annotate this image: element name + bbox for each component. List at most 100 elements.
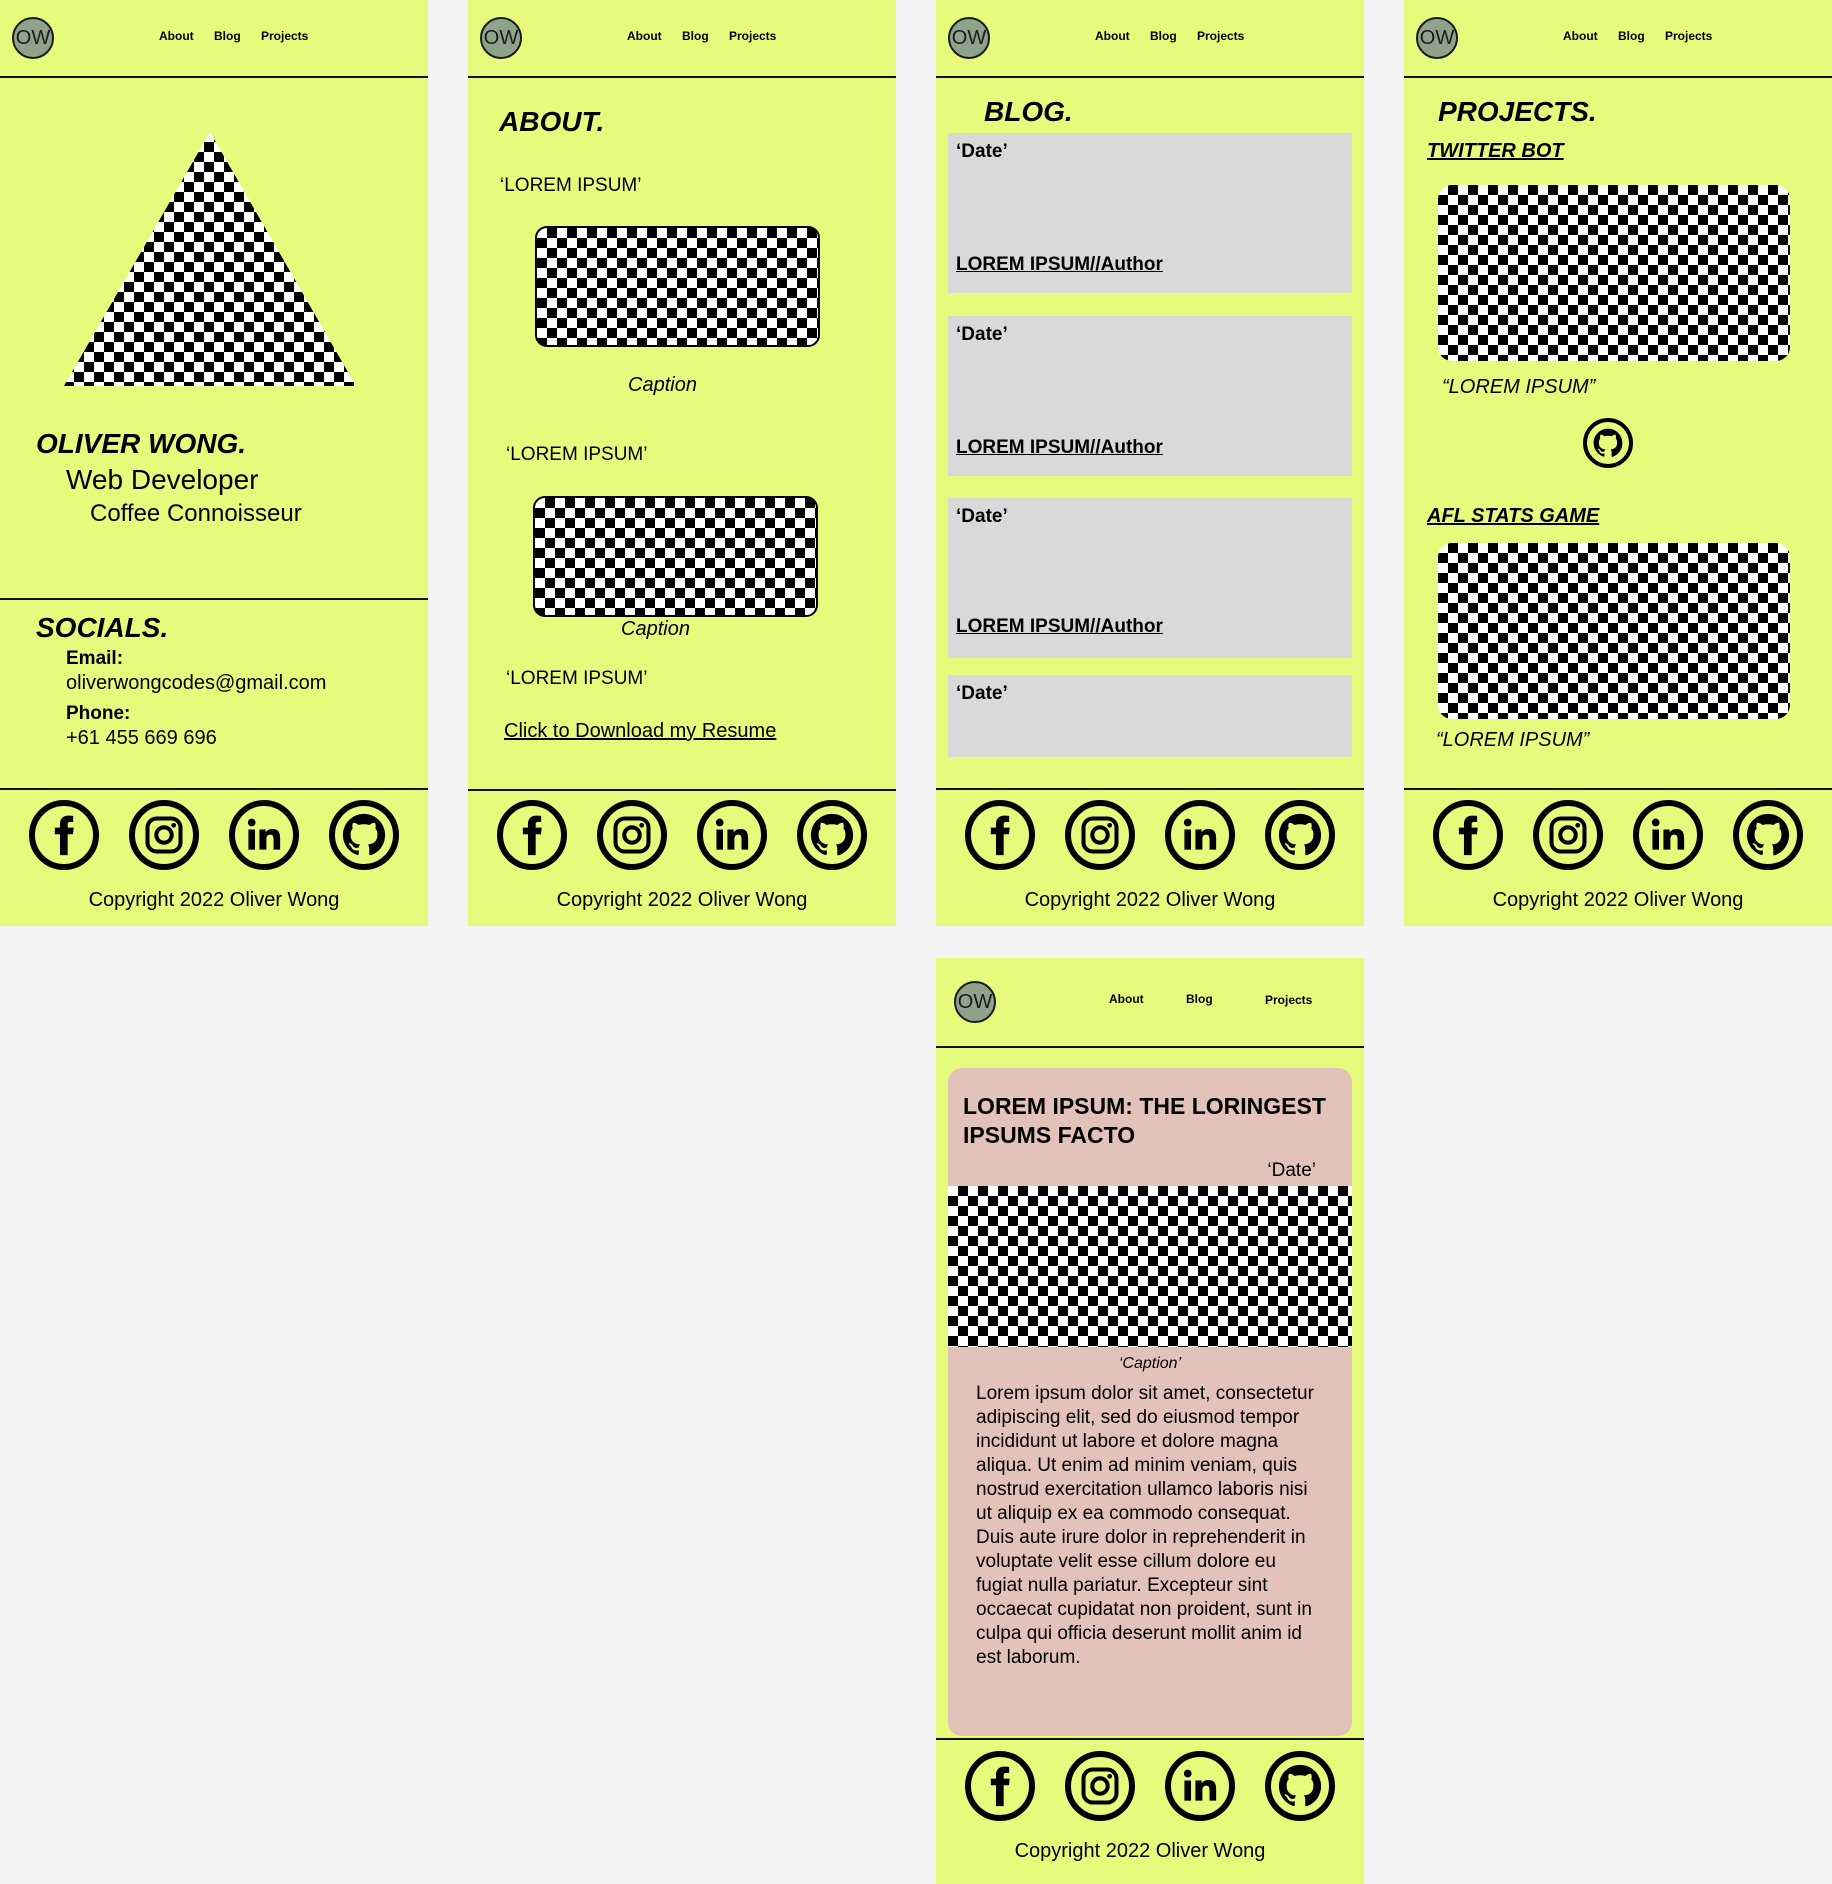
- post-title: LOREM IPSUM: THE LORINGEST IPSUMS FACTO: [963, 1093, 1326, 1148]
- post-image: [948, 1186, 1352, 1347]
- about-image-1: [535, 226, 820, 347]
- hero-triangle: [64, 132, 356, 386]
- nav-projects[interactable]: Projects: [261, 29, 308, 43]
- social-links: [936, 800, 1364, 870]
- linkedin-icon[interactable]: [1633, 800, 1703, 870]
- blog-card[interactable]: ‘Date’ LOREM IPSUM//Author: [948, 498, 1352, 658]
- footer-divider: [468, 789, 896, 791]
- facebook-icon[interactable]: [965, 1751, 1035, 1821]
- about-item-1: ‘LOREM IPSUM’: [500, 175, 642, 196]
- copyright: Copyright 2022 Oliver Wong: [1014, 1840, 1266, 1862]
- blog-card-date: ‘Date’: [956, 324, 1008, 345]
- socials-heading: SOCIALS.: [36, 612, 169, 643]
- facebook-icon[interactable]: [965, 800, 1035, 870]
- linkedin-icon[interactable]: [1165, 800, 1235, 870]
- navbar: OW About Blog Projects: [0, 0, 428, 78]
- project-quote-2: “LOREM IPSUM”: [1436, 729, 1590, 751]
- phone-value[interactable]: +61 455 669 696: [66, 727, 217, 750]
- about-item-2: ‘LOREM IPSUM’: [506, 444, 648, 465]
- facebook-icon[interactable]: [29, 800, 99, 870]
- blog-post-frame: OW About Blog Projects LOREM IPSUM: THE …: [936, 958, 1364, 1884]
- social-links: [1404, 800, 1832, 870]
- logo[interactable]: OW: [948, 17, 990, 59]
- nav-about[interactable]: About: [1109, 992, 1144, 1006]
- nav-blog[interactable]: Blog: [1186, 992, 1213, 1006]
- linkedin-icon[interactable]: [1165, 1751, 1235, 1821]
- copyright: Copyright 2022 Oliver Wong: [88, 889, 340, 911]
- project-title-twitter-bot[interactable]: TWITTER BOT: [1427, 140, 1564, 163]
- about-caption-2: Caption: [621, 618, 690, 640]
- nav-projects[interactable]: Projects: [1265, 993, 1312, 1007]
- linkedin-icon[interactable]: [697, 800, 767, 870]
- footer-divider: [936, 788, 1364, 790]
- instagram-icon[interactable]: [1065, 1751, 1135, 1821]
- nav-about[interactable]: About: [159, 29, 194, 43]
- nav-projects[interactable]: Projects: [1197, 29, 1244, 43]
- blog-heading: BLOG.: [984, 96, 1073, 127]
- post-date: ‘Date’: [1267, 1160, 1316, 1181]
- blog-card-date: ‘Date’: [956, 683, 1008, 704]
- nav-blog[interactable]: Blog: [1150, 29, 1177, 43]
- instagram-icon[interactable]: [1533, 800, 1603, 870]
- blog-card-link[interactable]: LOREM IPSUM//Author: [956, 616, 1163, 638]
- post-card: LOREM IPSUM: THE LORINGEST IPSUMS FACTO …: [948, 1068, 1352, 1736]
- navbar: OW About Blog Projects: [936, 0, 1364, 78]
- instagram-icon[interactable]: [597, 800, 667, 870]
- projects-heading: PROJECTS.: [1438, 96, 1597, 127]
- project-image-2: [1438, 543, 1790, 719]
- github-icon[interactable]: [1583, 418, 1633, 468]
- about-image-2: [533, 496, 818, 617]
- blog-card[interactable]: ‘Date’: [948, 675, 1352, 757]
- project-quote-1: “LOREM IPSUM”: [1442, 376, 1596, 398]
- blog-card-link[interactable]: LOREM IPSUM//Author: [956, 254, 1163, 276]
- logo[interactable]: OW: [1416, 17, 1458, 59]
- project-title-afl-stats-game[interactable]: AFL STATS GAME: [1427, 505, 1599, 528]
- footer-divider: [1404, 788, 1832, 790]
- home-frame: OW About Blog Projects OLIVER WONG. Web …: [0, 0, 428, 926]
- role-text: Web Developer: [66, 464, 259, 495]
- hobby-text: Coffee Connoisseur: [90, 500, 302, 527]
- nav-projects[interactable]: Projects: [1665, 29, 1712, 43]
- logo[interactable]: OW: [12, 17, 54, 59]
- github-icon[interactable]: [1265, 1751, 1335, 1821]
- nav-projects[interactable]: Projects: [729, 29, 776, 43]
- github-icon[interactable]: [1265, 800, 1335, 870]
- logo[interactable]: OW: [480, 17, 522, 59]
- github-icon[interactable]: [1733, 800, 1803, 870]
- blog-card-date: ‘Date’: [956, 506, 1008, 527]
- blog-card-link[interactable]: LOREM IPSUM//Author: [956, 437, 1163, 459]
- navbar: OW About Blog Projects: [936, 958, 1364, 1048]
- nav-blog[interactable]: Blog: [214, 29, 241, 43]
- nav-blog[interactable]: Blog: [1618, 29, 1645, 43]
- post-body: Lorem ipsum dolor sit amet, consectetur …: [976, 1383, 1314, 1668]
- divider: [0, 598, 428, 600]
- nav-about[interactable]: About: [627, 29, 662, 43]
- facebook-icon[interactable]: [1433, 800, 1503, 870]
- instagram-icon[interactable]: [129, 800, 199, 870]
- footer-divider: [936, 1738, 1364, 1740]
- email-value[interactable]: oliverwongcodes@gmail.com: [66, 672, 326, 695]
- navbar: OW About Blog Projects: [468, 0, 896, 78]
- nav-about[interactable]: About: [1563, 29, 1598, 43]
- social-links: [936, 1751, 1364, 1821]
- instagram-icon[interactable]: [1065, 800, 1135, 870]
- about-caption-1: Caption: [628, 374, 697, 396]
- blog-card[interactable]: ‘Date’ LOREM IPSUM//Author: [948, 133, 1352, 293]
- facebook-icon[interactable]: [497, 800, 567, 870]
- social-links: [468, 800, 896, 870]
- nav-blog[interactable]: Blog: [682, 29, 709, 43]
- resume-download-link[interactable]: Click to Download my Resume: [504, 720, 776, 743]
- blog-card[interactable]: ‘Date’ LOREM IPSUM//Author: [948, 316, 1352, 476]
- about-heading: ABOUT.: [499, 106, 605, 137]
- github-icon[interactable]: [797, 800, 867, 870]
- about-item-3: ‘LOREM IPSUM’: [506, 668, 648, 689]
- logo[interactable]: OW: [954, 981, 996, 1023]
- about-frame: OW About Blog Projects ABOUT. ‘LOREM IPS…: [468, 0, 896, 926]
- blog-frame: OW About Blog Projects BLOG. ‘Date’ LORE…: [936, 0, 1364, 926]
- nav-about[interactable]: About: [1095, 29, 1130, 43]
- linkedin-icon[interactable]: [229, 800, 299, 870]
- github-icon[interactable]: [329, 800, 399, 870]
- footer-divider: [0, 788, 428, 790]
- projects-frame: OW About Blog Projects PROJECTS. TWITTER…: [1404, 0, 1832, 926]
- social-links: [0, 800, 428, 870]
